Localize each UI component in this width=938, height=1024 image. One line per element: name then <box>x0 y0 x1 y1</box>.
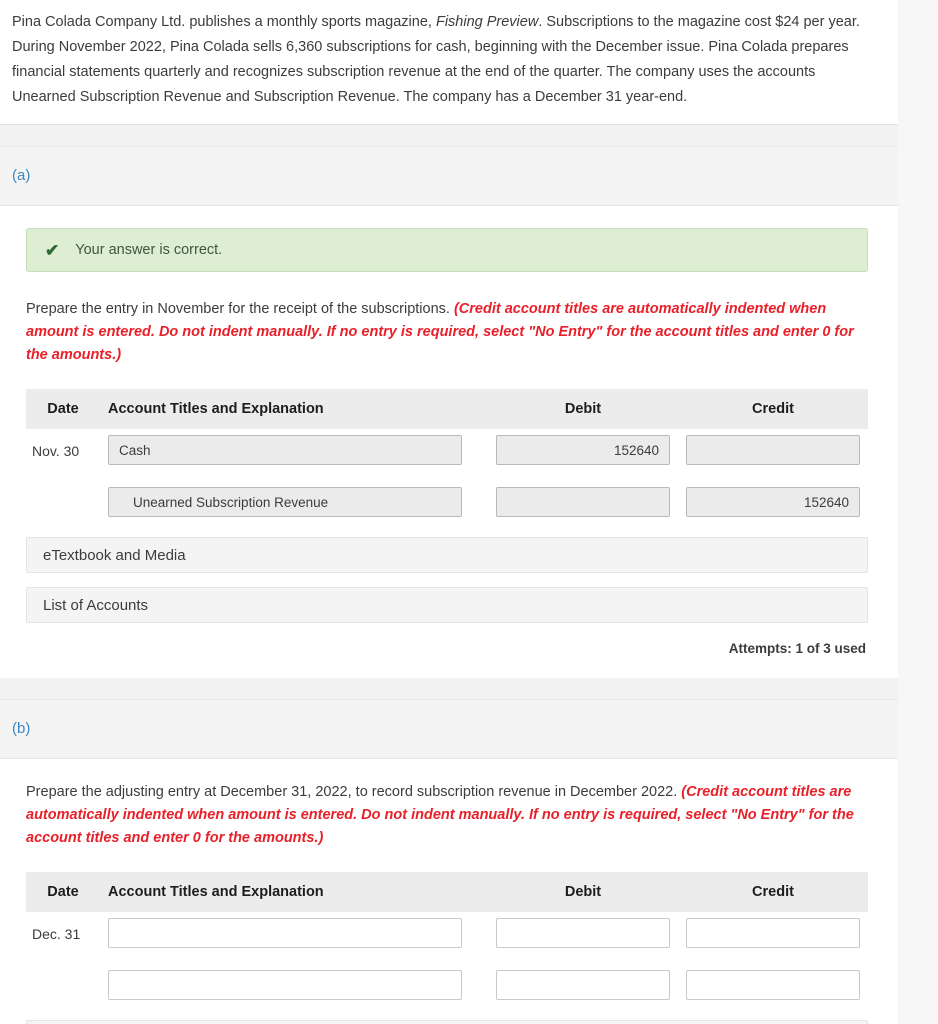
debit-cell <box>488 481 678 523</box>
spacer-cell <box>100 954 488 964</box>
table-row: Dec. 31 <box>26 912 868 954</box>
debit-input-a-2[interactable] <box>496 487 670 517</box>
credit-input-b-1[interactable] <box>686 918 860 948</box>
journal-entry-table-a: Date Account Titles and Explanation Debi… <box>26 389 868 523</box>
account-input-b-1[interactable] <box>108 918 462 948</box>
magazine-title: Fishing Preview <box>435 14 539 30</box>
credit-cell <box>678 964 868 1006</box>
credit-cell: 152640 <box>678 481 868 523</box>
table-row <box>26 964 868 1006</box>
journal-table-a-body: Nov. 30 Cash 152640 Unearned Subscriptio… <box>26 429 868 523</box>
column-header-account: Account Titles and Explanation <box>100 872 488 912</box>
section-a-instruction-plain: Prepare the entry in November for the re… <box>26 301 454 317</box>
debit-cell <box>488 912 678 954</box>
debit-input-b-1[interactable] <box>496 918 670 948</box>
answer-correct-message: Your answer is correct. <box>75 242 223 258</box>
credit-cell <box>678 429 868 471</box>
debit-input-a-1[interactable]: 152640 <box>496 435 670 465</box>
spacer-cell <box>488 471 678 481</box>
table-spacer-row <box>26 471 868 481</box>
account-input-a-1[interactable]: Cash <box>108 435 462 465</box>
journal-table-b-body: Dec. 31 <box>26 912 868 1006</box>
debit-input-b-2[interactable] <box>496 970 670 1000</box>
credit-cell <box>678 912 868 954</box>
spacer-cell <box>488 954 678 964</box>
column-header-account: Account Titles and Explanation <box>100 389 488 429</box>
section-gap-top <box>0 125 898 147</box>
journal-entry-table-b-wrap: Date Account Titles and Explanation Debi… <box>26 872 868 1006</box>
attempts-status-a: Attempts: 1 of 3 used <box>728 641 866 656</box>
section-b-letter: (b) <box>12 720 31 737</box>
section-b: (b) Prepare the adjusting entry at Decem… <box>0 700 898 1024</box>
credit-input-a-1[interactable] <box>686 435 860 465</box>
section-a-header: (a) <box>0 147 898 206</box>
column-header-credit: Credit <box>678 872 868 912</box>
column-header-date: Date <box>26 389 100 429</box>
column-header-date: Date <box>26 872 100 912</box>
debit-cell: 152640 <box>488 429 678 471</box>
spacer-cell <box>100 471 488 481</box>
answer-correct-banner: ✔ Your answer is correct. <box>26 228 868 272</box>
column-header-debit: Debit <box>488 872 678 912</box>
section-a: (a) ✔ Your answer is correct. Prepare th… <box>0 147 898 678</box>
account-cell <box>100 912 488 954</box>
entry-date-b: Dec. 31 <box>32 926 81 942</box>
etextbook-and-media-button-b[interactable]: eTextbook and Media <box>26 1020 868 1024</box>
journal-table-b-header-row: Date Account Titles and Explanation Debi… <box>26 872 868 912</box>
section-a-instruction: Prepare the entry in November for the re… <box>26 298 868 367</box>
assignment-page: Pina Colada Company Ltd. publishes a mon… <box>0 0 938 1024</box>
content-column: Pina Colada Company Ltd. publishes a mon… <box>0 0 898 1024</box>
table-spacer-row <box>26 954 868 964</box>
table-row: Nov. 30 Cash 152640 <box>26 429 868 471</box>
problem-statement-text: Pina Colada Company Ltd. publishes a mon… <box>12 10 862 110</box>
credit-input-a-2[interactable]: 152640 <box>686 487 860 517</box>
section-b-header: (b) <box>0 700 898 759</box>
check-icon: ✔ <box>45 240 60 260</box>
journal-entry-table-a-wrap: Date Account Titles and Explanation Debi… <box>26 389 868 523</box>
journal-table-b-head: Date Account Titles and Explanation Debi… <box>26 872 868 912</box>
section-b-instruction-plain: Prepare the adjusting entry at December … <box>26 784 682 800</box>
list-of-accounts-button-a[interactable]: List of Accounts <box>26 587 868 623</box>
entry-date-a: Nov. 30 <box>32 443 80 459</box>
spacer-cell <box>678 471 868 481</box>
etextbook-and-media-button-a[interactable]: eTextbook and Media <box>26 537 868 573</box>
journal-table-a-header-row: Date Account Titles and Explanation Debi… <box>26 389 868 429</box>
section-a-body: ✔ Your answer is correct. Prepare the en… <box>0 206 898 678</box>
account-cell: Cash <box>100 429 488 471</box>
account-cell <box>100 964 488 1006</box>
column-header-credit: Credit <box>678 389 868 429</box>
column-header-debit: Debit <box>488 389 678 429</box>
section-b-body: Prepare the adjusting entry at December … <box>0 759 898 1024</box>
section-gap-middle <box>0 678 898 700</box>
section-b-instruction: Prepare the adjusting entry at December … <box>26 781 868 850</box>
journal-table-a-head: Date Account Titles and Explanation Debi… <box>26 389 868 429</box>
problem-statement-card: Pina Colada Company Ltd. publishes a mon… <box>0 0 898 125</box>
table-row: Unearned Subscription Revenue 152640 <box>26 481 868 523</box>
debit-cell <box>488 964 678 1006</box>
journal-entry-table-b: Date Account Titles and Explanation Debi… <box>26 872 868 1006</box>
problem-text-part-1: Pina Colada Company Ltd. publishes a mon… <box>12 14 436 30</box>
account-cell: Unearned Subscription Revenue <box>100 481 488 523</box>
account-input-b-2[interactable] <box>108 970 462 1000</box>
account-input-a-2[interactable]: Unearned Subscription Revenue <box>108 487 462 517</box>
section-a-letter: (a) <box>12 167 31 184</box>
spacer-cell <box>678 954 868 964</box>
credit-input-b-2[interactable] <box>686 970 860 1000</box>
